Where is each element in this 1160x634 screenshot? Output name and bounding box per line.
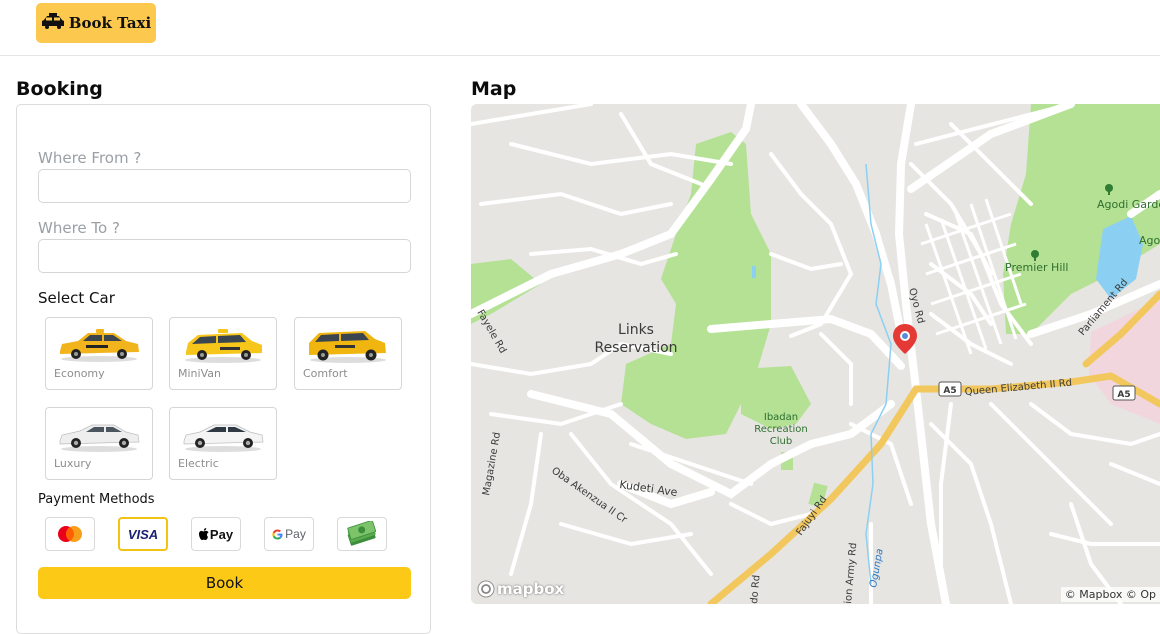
mapbox-icon — [477, 580, 495, 598]
minivan-car-icon — [185, 329, 262, 363]
map-label-club: Club — [770, 436, 792, 447]
car-option-minivan[interactable]: MiniVan — [169, 317, 277, 390]
book-button[interactable]: Book — [38, 567, 411, 599]
where-from-label: Where From ? — [38, 149, 142, 167]
payment-apple-pay[interactable]: Pay — [191, 517, 241, 551]
select-car-label: Select Car — [38, 289, 115, 307]
google-pay-icon: Pay — [272, 527, 306, 541]
taxi-icon — [41, 13, 65, 33]
car-name-economy: Economy — [54, 367, 105, 380]
map-label-agodi-gardens: Agodi Gardens — [1097, 198, 1160, 211]
map-label-premier-hill: Premier Hill — [1005, 261, 1069, 274]
booking-panel: Where From ? Where To ? Select Car Econo… — [16, 104, 431, 634]
car-name-comfort: Comfort — [303, 367, 348, 380]
payment-cash[interactable] — [337, 517, 387, 551]
car-option-economy[interactable]: Economy — [45, 317, 153, 390]
luxury-car-icon — [59, 424, 140, 452]
car-name-luxury: Luxury — [54, 457, 92, 470]
map-view[interactable]: Links Reservation Agodi Gardens Agod Pre… — [471, 104, 1160, 604]
mapbox-text: mapbox — [497, 580, 565, 598]
economy-car-icon — [60, 329, 139, 362]
car-name-minivan: MiniVan — [178, 367, 221, 380]
where-to-input[interactable] — [38, 239, 411, 273]
map-canvas: Links Reservation Agodi Gardens Agod Pre… — [471, 104, 1160, 604]
comfort-car-icon — [309, 331, 386, 363]
car-option-comfort[interactable]: Comfort — [294, 317, 402, 390]
logo-text: Book Taxi — [68, 14, 152, 32]
payment-mastercard[interactable] — [45, 517, 95, 551]
map-label-agodi: Agod — [1139, 234, 1160, 247]
visa-icon: VISA — [127, 526, 159, 542]
map-label-ibadan: Ibadan — [764, 412, 798, 423]
where-from-input[interactable] — [38, 169, 411, 203]
google-pay-text: Pay — [285, 527, 306, 541]
car-name-electric: Electric — [178, 457, 219, 470]
mapbox-logo[interactable]: mapbox — [477, 580, 564, 598]
a5-shield: A5 — [1112, 385, 1136, 401]
svg-text:A5: A5 — [943, 386, 956, 396]
payment-methods-label: Payment Methods — [38, 492, 155, 507]
where-to-label: Where To ? — [38, 219, 120, 237]
map-title: Map — [471, 78, 517, 100]
car-option-electric[interactable]: Electric — [169, 407, 277, 480]
pond — [752, 266, 756, 278]
svg-text:A5: A5 — [1117, 390, 1130, 400]
book-taxi-logo[interactable]: Book Taxi — [36, 3, 156, 43]
payment-visa[interactable]: VISA — [118, 517, 168, 551]
map-label-reservation: Reservation — [594, 340, 677, 356]
map-attribution[interactable]: © Mapbox © Op — [1060, 587, 1160, 602]
apple-pay-text: Pay — [209, 526, 234, 542]
top-bar: Book Taxi — [0, 0, 1160, 56]
electric-car-icon — [183, 424, 264, 452]
mastercard-icon — [58, 526, 82, 542]
cash-icon — [347, 521, 377, 546]
a5-shield: A5 — [938, 381, 962, 397]
apple-pay-icon: Pay — [198, 526, 234, 542]
map-label-recreation: Recreation — [754, 424, 807, 435]
map-label-links: Links — [618, 322, 654, 338]
payment-google-pay[interactable]: Pay — [264, 517, 314, 551]
car-option-luxury[interactable]: Luxury — [45, 407, 153, 480]
booking-title: Booking — [16, 78, 103, 100]
